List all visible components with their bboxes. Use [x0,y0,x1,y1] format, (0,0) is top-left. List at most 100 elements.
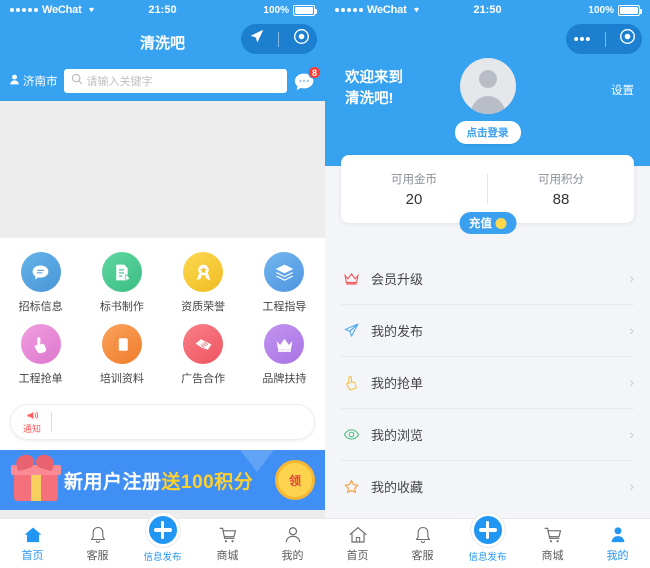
tab-customer-service[interactable]: 客服 [390,523,455,568]
banner-decor-triangle [231,450,283,472]
grid-item-label: 广告合作 [181,373,226,385]
status-bar-profile: WeChat 21:50 100% [325,0,650,20]
location-arrow-icon[interactable] [248,28,265,50]
menu-item-my-posts[interactable]: 我的发布 › [325,304,650,356]
grid-item-bid-document[interactable]: 标书制作 [81,252,162,314]
home-icon [348,523,368,545]
tab-mall[interactable]: 商城 [195,523,260,568]
bell-icon [413,523,433,545]
feature-grid: 招标信息 标书制作 资质荣誉 工程指导 工程抢单 培训资料 广告合作 品牌扶持 [0,238,325,396]
chevron-right-icon: › [629,270,634,286]
carousel-placeholder[interactable] [0,101,325,238]
chevron-right-icon: › [629,426,634,442]
banner-text: 新用户注册送100积分 [64,467,253,494]
crown-icon [341,270,361,287]
wechat-capsule-profile[interactable] [566,24,642,54]
notice-tag-label: 通知 [23,423,42,434]
avatar[interactable] [459,58,516,114]
search-row: 济南市 请输入关键字 8 [0,64,325,101]
chat-button[interactable]: 8 [293,66,321,93]
person-icon [608,523,628,545]
tab-profile[interactable]: 我的 [260,523,325,568]
points-column[interactable]: 可用积分 88 [488,171,634,208]
tabbar-profile: 首页 客服 信息发布 商城 我的 [325,513,650,568]
coins-column[interactable]: 可用金币 20 [341,171,487,208]
battery-percent-label: 100% [263,4,289,16]
grid-item-label: 工程指导 [262,301,307,313]
paper-plane-icon [341,322,361,339]
plus-circle-icon[interactable] [470,513,505,547]
tab-label: 信息发布 [468,552,507,563]
tab-home[interactable]: 首页 [0,523,65,568]
profile-menu: 会员升级 › 我的发布 › 我的抢单 › 我的浏览 › 我的收藏 › [325,252,650,512]
tab-label: 商城 [541,550,564,562]
menu-item-label: 我的收藏 [371,479,424,495]
grid-item-engineering-guide[interactable]: 工程指导 [244,252,325,314]
profile-screen: WeChat 21:50 100% 欢迎来到 清洗吧! 设置 点击登录 可用金币… [325,0,650,568]
status-bar-battery-group: 100% [263,4,317,16]
cart-icon [218,523,238,545]
speech-bubble-icon [20,252,61,292]
layers-icon [264,252,305,292]
tab-publish[interactable]: 信息发布 [130,513,195,568]
menu-item-member-upgrade[interactable]: 会员升级 › [325,252,650,304]
tabbar-home: 首页 客服 信息发布 商城 我的 [0,513,325,568]
grid-item-grab-order[interactable]: 工程抢单 [0,324,81,386]
notice-bar[interactable]: 通知 [10,404,315,440]
cart-icon [543,523,563,545]
tab-publish[interactable]: 信息发布 [455,513,520,568]
battery-percent-label: 100% [588,4,614,16]
menu-item-my-views[interactable]: 我的浏览 › [325,408,650,460]
recharge-button[interactable]: 充值 [459,212,516,234]
grid-item-qualification-honor[interactable]: 资质荣誉 [163,252,244,314]
menu-item-my-favorites[interactable]: 我的收藏 › [325,460,650,512]
coin-icon: 领 [275,460,315,500]
capsule-divider [604,31,606,47]
grid-item-ad-cooperation[interactable]: 广告合作 [163,324,244,386]
profile-header: 欢迎来到 清洗吧! 设置 点击登录 [325,20,650,166]
grid-item-label: 工程抢单 [18,373,63,385]
gift-box-icon [8,452,64,503]
location-pin-icon [8,73,21,89]
tab-mall[interactable]: 商城 [520,523,585,568]
grid-item-brand-support[interactable]: 品牌扶持 [244,324,325,386]
handshake-icon [183,324,224,364]
home-icon [23,523,43,545]
grid-item-training-materials[interactable]: 培训资料 [81,324,162,386]
recharge-label: 充值 [469,218,492,230]
person-icon [283,523,303,545]
home-screen: WeChat 21:50 100% 清洗吧 济南市 请输入关键字 8 招标信息 … [0,0,325,568]
search-input[interactable]: 请输入关键字 [63,69,287,93]
more-dots-icon[interactable] [572,30,592,48]
menu-item-label: 我的发布 [371,323,424,339]
tab-profile[interactable]: 我的 [585,523,650,568]
tab-label: 信息发布 [143,552,182,563]
book-icon [101,324,142,364]
banner-text-prefix: 新用户注册 [64,471,162,493]
tab-label: 首页 [21,550,44,562]
grid-item-bidding-info[interactable]: 招标信息 [0,252,81,314]
grid-item-label: 标书制作 [99,301,144,313]
more-target-icon[interactable] [619,28,636,50]
grid-item-label: 品牌扶持 [262,373,307,385]
tab-customer-service[interactable]: 客服 [65,523,130,568]
battery-icon [618,4,642,16]
menu-item-label: 我的浏览 [371,427,424,443]
document-edit-icon [101,252,142,292]
location-selector[interactable]: 济南市 [8,73,58,89]
plus-circle-icon[interactable] [145,513,180,547]
coin-icon [495,217,506,229]
status-bar-home: WeChat 21:50 100% [0,0,325,20]
wechat-capsule-home[interactable] [241,24,317,54]
medal-star-icon [183,252,224,292]
points-value: 88 [552,190,570,208]
login-button[interactable]: 点击登录 [454,121,521,144]
tab-home[interactable]: 首页 [325,523,390,568]
battery-icon [293,4,317,16]
menu-item-my-orders[interactable]: 我的抢单 › [325,356,650,408]
promo-banner[interactable]: 新用户注册送100积分 领 [0,450,325,510]
capsule-divider [278,31,280,47]
balance-card: 可用金币 20 可用积分 88 充值 [341,155,634,234]
notice-tag: 通知 [23,410,41,434]
more-target-icon[interactable] [293,28,310,50]
